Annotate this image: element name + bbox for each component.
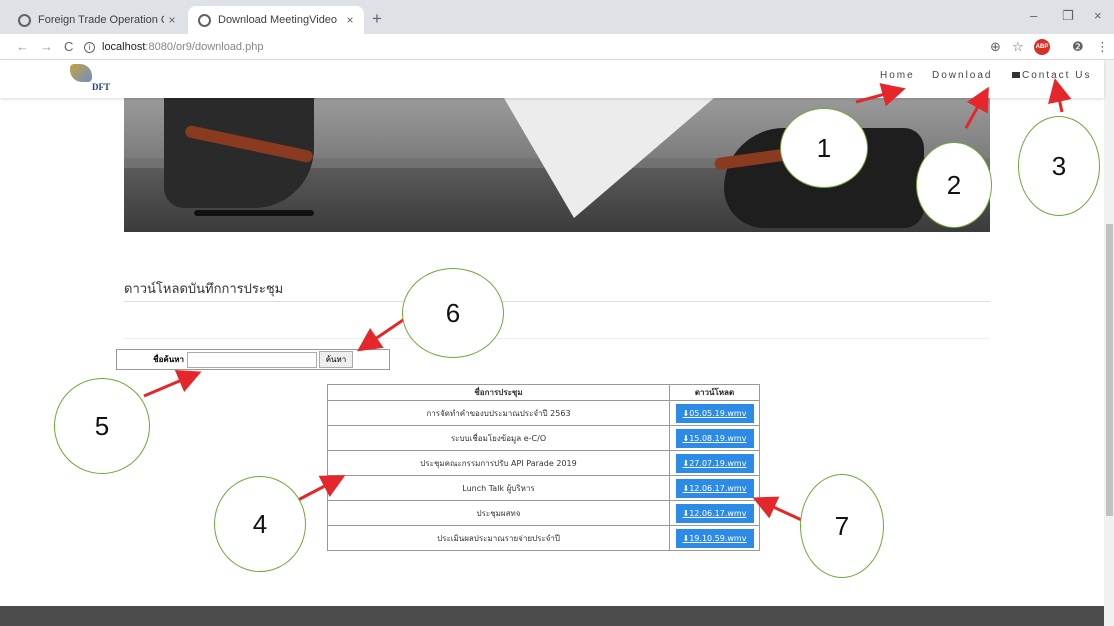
site-header: DFT Home Download Contact Us bbox=[0, 60, 1104, 98]
callout-1: 1 bbox=[780, 108, 868, 188]
meeting-name: ประชุมผสทจ bbox=[327, 500, 670, 526]
table-row: การจัดทำคำของบประมาณประจำปี 2563 ⬇05.05.… bbox=[327, 400, 760, 426]
meeting-files-table: ชื่อการประชุม ดาวน์โหลด การจัดทำคำของบปร… bbox=[327, 384, 760, 551]
table-header-row: ชื่อการประชุม ดาวน์โหลด bbox=[327, 384, 760, 401]
nav-home-link[interactable]: Home bbox=[880, 70, 915, 81]
callout-5: 5 bbox=[54, 378, 150, 474]
dft-logo[interactable]: DFT bbox=[66, 62, 116, 96]
nav-download-link[interactable]: Download bbox=[932, 70, 992, 81]
site-footer bbox=[0, 606, 1104, 626]
tab-close-icon[interactable]: × bbox=[164, 13, 180, 27]
page-title: ดาวน์โหลดบันทึกการประชุม bbox=[124, 281, 284, 296]
arrow-6 bbox=[357, 316, 407, 352]
profile-icon[interactable]: ❷ bbox=[1072, 39, 1084, 55]
url-path: :8080/or9/download.php bbox=[145, 41, 264, 53]
column-header-name: ชื่อการประชุม bbox=[327, 384, 670, 401]
callout-2: 2 bbox=[916, 142, 992, 228]
arrow-7 bbox=[752, 496, 807, 524]
window-close-button[interactable]: × bbox=[1094, 8, 1102, 23]
download-filename: 15.08.19.wmv bbox=[689, 433, 747, 443]
meeting-name: ประเมินผลประมาณรายจ่ายประจำปี bbox=[327, 525, 670, 551]
search-button[interactable]: ค้นหา bbox=[319, 351, 353, 368]
url-host: localhost bbox=[102, 41, 146, 53]
table-row: ระบบเชื่อมโยงข้อมูล e-C/O ⬇15.08.19.wmv bbox=[327, 425, 760, 451]
download-button[interactable]: ⬇19.10.59.wmv bbox=[675, 528, 754, 548]
callout-3: 3 bbox=[1018, 116, 1100, 216]
download-button[interactable]: ⬇12.06.17.wmv bbox=[675, 478, 754, 498]
search-form: ชื่อค้นหา ค้นหา bbox=[116, 349, 390, 370]
download-button[interactable]: ⬇27.07.19.wmv bbox=[675, 453, 754, 473]
download-filename: 12.06.17.wmv bbox=[689, 508, 747, 518]
new-tab-button[interactable]: + bbox=[372, 9, 382, 29]
meeting-name: ประชุมคณะกรรมการปรับ API Parade 2019 bbox=[327, 450, 670, 476]
nav-contact-label: Contact Us bbox=[1022, 70, 1092, 81]
tab-title: Foreign Trade Operation Center bbox=[38, 14, 164, 26]
scrollbar-thumb[interactable] bbox=[1106, 224, 1113, 516]
tab-foreign-trade[interactable]: Foreign Trade Operation Center × bbox=[8, 6, 186, 34]
reload-button[interactable]: C bbox=[64, 39, 73, 54]
info-icon[interactable]: i bbox=[84, 41, 95, 53]
table-row: ประชุมคณะกรรมการปรับ API Parade 2019 ⬇27… bbox=[327, 450, 760, 476]
callout-4: 4 bbox=[214, 476, 306, 572]
download-button[interactable]: ⬇12.06.17.wmv bbox=[675, 503, 754, 523]
address-bar: ← → C i localhost:8080/or9/download.php … bbox=[0, 34, 1114, 60]
bookmark-star-icon[interactable]: ☆ bbox=[1012, 39, 1024, 55]
divider bbox=[124, 338, 990, 339]
nav-contact-link[interactable]: Contact Us bbox=[1012, 70, 1091, 81]
download-button[interactable]: ⬇05.05.19.wmv bbox=[675, 403, 754, 423]
envelope-icon bbox=[1012, 72, 1020, 79]
search-label: ชื่อค้นหา bbox=[153, 355, 184, 364]
tab-close-icon[interactable]: × bbox=[342, 13, 358, 27]
column-header-download: ดาวน์โหลด bbox=[669, 384, 760, 401]
adblock-icon[interactable]: ABP bbox=[1034, 39, 1050, 55]
logo-text: DFT bbox=[92, 82, 110, 92]
download-filename: 05.05.19.wmv bbox=[689, 408, 747, 418]
table-row: ประชุมผสทจ ⬇12.06.17.wmv bbox=[327, 500, 760, 526]
meeting-name: ระบบเชื่อมโยงข้อมูล e-C/O bbox=[327, 425, 670, 451]
browser-tab-bar: Foreign Trade Operation Center × Downloa… bbox=[0, 0, 1114, 34]
meeting-name: การจัดทำคำของบประมาณประจำปี 2563 bbox=[327, 400, 670, 426]
callout-6: 6 bbox=[402, 268, 504, 358]
globe-icon bbox=[18, 13, 31, 27]
download-filename: 19.10.59.wmv bbox=[689, 533, 747, 543]
tab-title: Download MeetingVideo bbox=[218, 14, 338, 26]
back-button[interactable]: ← bbox=[16, 39, 29, 54]
restore-button[interactable]: ❐ bbox=[1062, 8, 1074, 24]
url-field[interactable]: i localhost:8080/or9/download.php bbox=[84, 37, 984, 57]
tab-download-meeting-video[interactable]: Download MeetingVideo × bbox=[188, 6, 364, 34]
arrow-5 bbox=[143, 369, 202, 398]
globe-icon bbox=[198, 13, 211, 27]
download-filename: 27.07.19.wmv bbox=[689, 458, 747, 468]
zoom-icon[interactable]: ⊕ bbox=[990, 39, 1001, 55]
download-button[interactable]: ⬇15.08.19.wmv bbox=[675, 428, 754, 448]
minimize-button[interactable]: – bbox=[1030, 8, 1037, 23]
logo-mark-icon bbox=[70, 64, 92, 82]
search-input[interactable] bbox=[187, 351, 317, 368]
browser-menu-icon[interactable]: ⋮ bbox=[1096, 39, 1109, 55]
meeting-name: Lunch Talk ผู้บริหาร bbox=[327, 475, 670, 501]
forward-button[interactable]: → bbox=[40, 39, 53, 54]
callout-7: 7 bbox=[800, 474, 884, 578]
divider bbox=[124, 301, 990, 302]
download-filename: 12.06.17.wmv bbox=[689, 483, 747, 493]
table-row: ประเมินผลประมาณรายจ่ายประจำปี ⬇19.10.59.… bbox=[327, 525, 760, 551]
table-row: Lunch Talk ผู้บริหาร ⬇12.06.17.wmv bbox=[327, 475, 760, 501]
